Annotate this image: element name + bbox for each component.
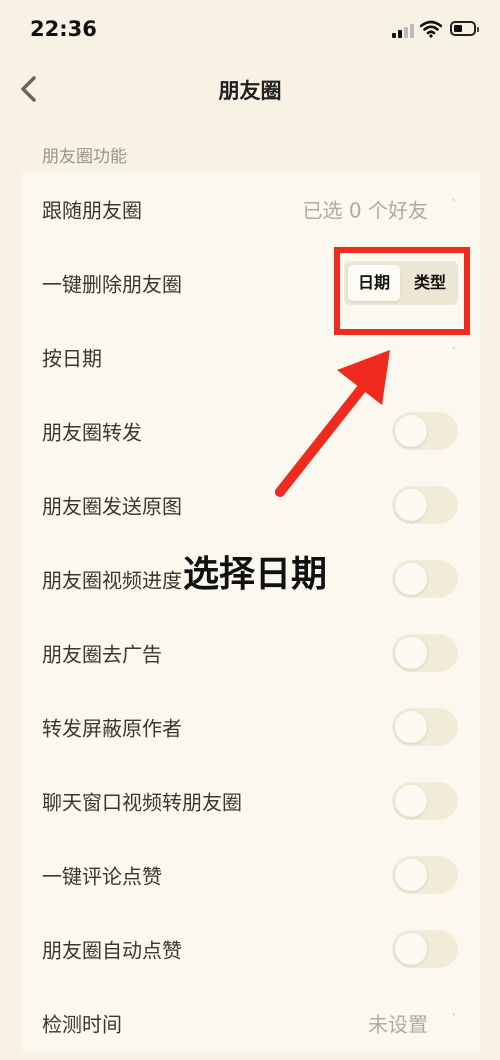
- toggle-switch[interactable]: [392, 412, 458, 450]
- row-label: 一键删除朋友圈: [42, 272, 182, 297]
- detection-time-value: 未设置: [368, 1012, 428, 1037]
- annotation-highlight-box: [334, 247, 470, 335]
- row-label: 检测时间: [42, 1012, 122, 1037]
- toggle-switch[interactable]: [392, 782, 458, 820]
- row-label: 朋友圈视频进度: [42, 568, 182, 593]
- selected-friends-value: 已选 0 个好友: [302, 198, 428, 223]
- row-one-click-comment-like: 一键评论点赞: [42, 838, 480, 912]
- row-label: 朋友圈去广告: [42, 642, 162, 667]
- page-title: 朋友圈: [218, 79, 282, 103]
- battery-icon: [450, 21, 479, 36]
- chevron-icon: ˋ: [451, 1012, 458, 1029]
- row-label: 朋友圈自动点赞: [42, 938, 182, 963]
- row-auto-like: 朋友圈自动点赞: [42, 912, 480, 986]
- wifi-icon: [420, 20, 442, 38]
- toggle-switch[interactable]: [392, 634, 458, 672]
- row-follow-moments[interactable]: 跟随朋友圈 已选 0 个好友 ˋ: [42, 172, 480, 246]
- status-time: 22:36: [30, 17, 97, 41]
- row-label: 朋友圈转发: [42, 420, 142, 445]
- toggle-switch[interactable]: [392, 560, 458, 598]
- row-hide-original-author: 转发屏蔽原作者: [42, 690, 480, 764]
- section-label: 朋友圈功能: [42, 147, 127, 167]
- chevron-icon: ˋ: [451, 198, 458, 215]
- annotation-text: 选择日期: [183, 554, 328, 595]
- row-remove-ads: 朋友圈去广告: [42, 616, 480, 690]
- row-label: 跟随朋友圈: [42, 198, 142, 223]
- chevron-icon: ˋ: [451, 346, 458, 363]
- row-chat-video-to-moments: 聊天窗口视频转朋友圈: [42, 764, 480, 838]
- status-bar: 22:36: [0, 0, 500, 60]
- row-label: 一键评论点赞: [42, 864, 162, 889]
- row-send-original-image: 朋友圈发送原图: [42, 468, 480, 542]
- row-label: 聊天窗口视频转朋友圈: [42, 790, 242, 815]
- row-moments-forward: 朋友圈转发: [42, 394, 480, 468]
- nav-bar: 朋友圈: [0, 60, 500, 118]
- toggle-switch[interactable]: [392, 708, 458, 746]
- toggle-switch[interactable]: [392, 486, 458, 524]
- cellular-signal-icon: [392, 22, 414, 38]
- row-label: 按日期: [42, 346, 102, 371]
- row-detection-time[interactable]: 检测时间 未设置 ˋ: [42, 986, 480, 1060]
- toggle-switch[interactable]: [392, 930, 458, 968]
- row-label: 朋友圈发送原图: [42, 494, 182, 519]
- toggle-switch[interactable]: [392, 856, 458, 894]
- row-label: 转发屏蔽原作者: [42, 716, 182, 741]
